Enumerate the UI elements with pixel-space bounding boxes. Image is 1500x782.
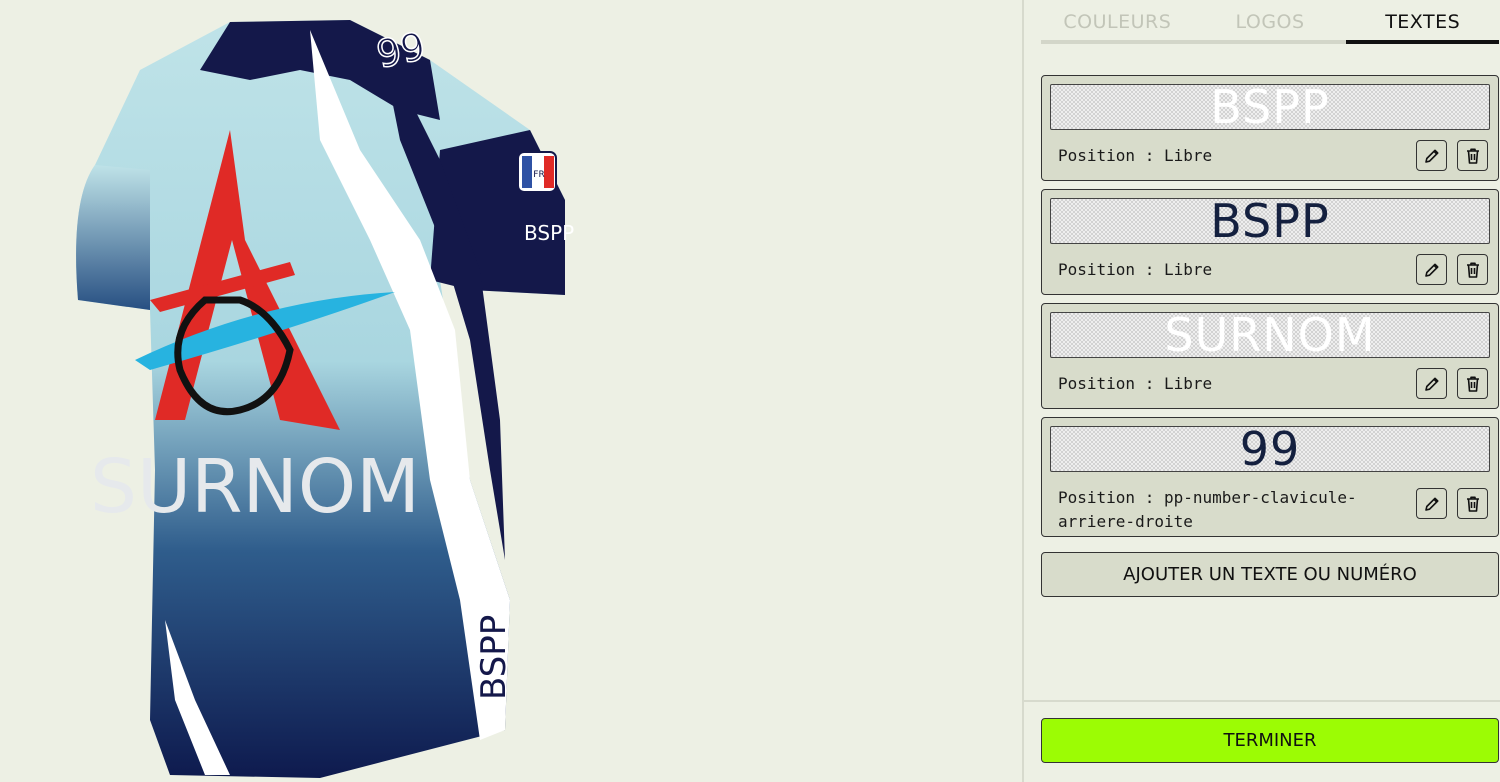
trash-icon: [1466, 496, 1479, 512]
delete-button[interactable]: [1457, 488, 1488, 519]
jersey-side-text: BSPP: [474, 615, 514, 700]
trash-icon: [1466, 262, 1479, 278]
text-item-1: BSPP Position : Libre: [1041, 75, 1499, 181]
text-item-3: SURNOM Position : Libre: [1041, 303, 1499, 409]
edit-button[interactable]: [1416, 254, 1447, 285]
pencil-icon: [1424, 377, 1438, 391]
text-preview: 99: [1050, 426, 1490, 472]
tab-bar: COULEURS LOGOS TEXTES: [1041, 0, 1500, 44]
edit-button[interactable]: [1416, 140, 1447, 171]
pencil-icon: [1424, 497, 1438, 511]
text-item-2: BSPP Position : Libre: [1041, 189, 1499, 295]
tab-logos[interactable]: LOGOS: [1193, 0, 1347, 44]
edit-button[interactable]: [1416, 368, 1447, 399]
jersey-left-sleeve: [76, 165, 150, 310]
pencil-icon: [1424, 149, 1438, 163]
customization-panel: COULEURS LOGOS TEXTES BSPP Position : Li…: [1022, 0, 1500, 782]
position-label: Position : Libre: [1058, 260, 1213, 279]
trash-icon: [1466, 148, 1479, 164]
tab-textes[interactable]: TEXTES: [1346, 0, 1500, 44]
flag-code: FR: [533, 170, 544, 180]
flag-badge: FR: [517, 151, 557, 193]
delete-button[interactable]: [1457, 140, 1488, 171]
finish-button[interactable]: TERMINER: [1041, 718, 1499, 763]
text-preview: SURNOM: [1050, 312, 1490, 358]
jersey-back-name: SURNOM: [90, 444, 420, 530]
position-label: Position : Libre: [1058, 146, 1213, 165]
text-preview: BSPP: [1050, 84, 1490, 130]
position-label: Position : pp-number-clavicule-arriere-d…: [1058, 488, 1357, 531]
add-text-button[interactable]: AJOUTER UN TEXTE OU NUMÉRO: [1041, 552, 1499, 597]
delete-button[interactable]: [1457, 254, 1488, 285]
position-label: Position : Libre: [1058, 374, 1213, 393]
jersey-viewer[interactable]: SURNOM 99 BSPP FR BSPP: [0, 0, 1022, 782]
jersey-3d-preview[interactable]: SURNOM 99 BSPP FR BSPP: [0, 0, 1022, 782]
trash-icon: [1466, 376, 1479, 392]
pencil-icon: [1424, 263, 1438, 277]
sleeve-text: BSPP: [524, 221, 574, 245]
footer-divider: [1024, 700, 1500, 702]
delete-button[interactable]: [1457, 368, 1488, 399]
text-item-4: 99 Position : pp-number-clavicule-arrier…: [1041, 417, 1499, 537]
tab-couleurs[interactable]: COULEURS: [1041, 0, 1194, 44]
edit-button[interactable]: [1416, 488, 1447, 519]
text-preview: BSPP: [1050, 198, 1490, 244]
